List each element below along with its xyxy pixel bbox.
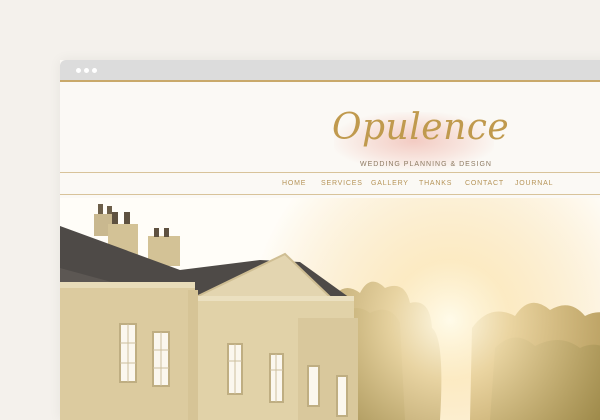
nav-bottom-rule: [60, 194, 600, 195]
nav-item-contact[interactable]: CONTACT: [465, 180, 504, 187]
hero-image: [60, 198, 600, 420]
nav-item-services[interactable]: SERVICES: [321, 180, 363, 187]
nav-item-home[interactable]: HOME: [282, 180, 306, 187]
window-dot-icon: [92, 68, 97, 73]
window-dot-icon: [84, 68, 89, 73]
manor-house-photo: [60, 198, 600, 420]
site-logo[interactable]: Opulence WEDDING PLANNING & DESIGN: [60, 82, 600, 172]
nav-top-rule: [60, 172, 600, 173]
site-header: Opulence WEDDING PLANNING & DESIGN: [60, 82, 600, 172]
nav-item-gallery[interactable]: GALLERY: [371, 180, 409, 187]
main-nav: HOME SERVICES GALLERY THANKS CONTACT JOU…: [60, 180, 600, 194]
browser-chrome-bar: [60, 60, 600, 80]
logo-tagline: WEDDING PLANNING & DESIGN: [360, 161, 492, 168]
browser-window: Opulence WEDDING PLANNING & DESIGN HOME …: [60, 60, 600, 420]
logo-wordmark: Opulence: [332, 107, 510, 148]
nav-item-journal[interactable]: JOURNAL: [515, 180, 553, 187]
window-dot-icon: [76, 68, 81, 73]
nav-item-thanks[interactable]: THANKS: [419, 180, 452, 187]
